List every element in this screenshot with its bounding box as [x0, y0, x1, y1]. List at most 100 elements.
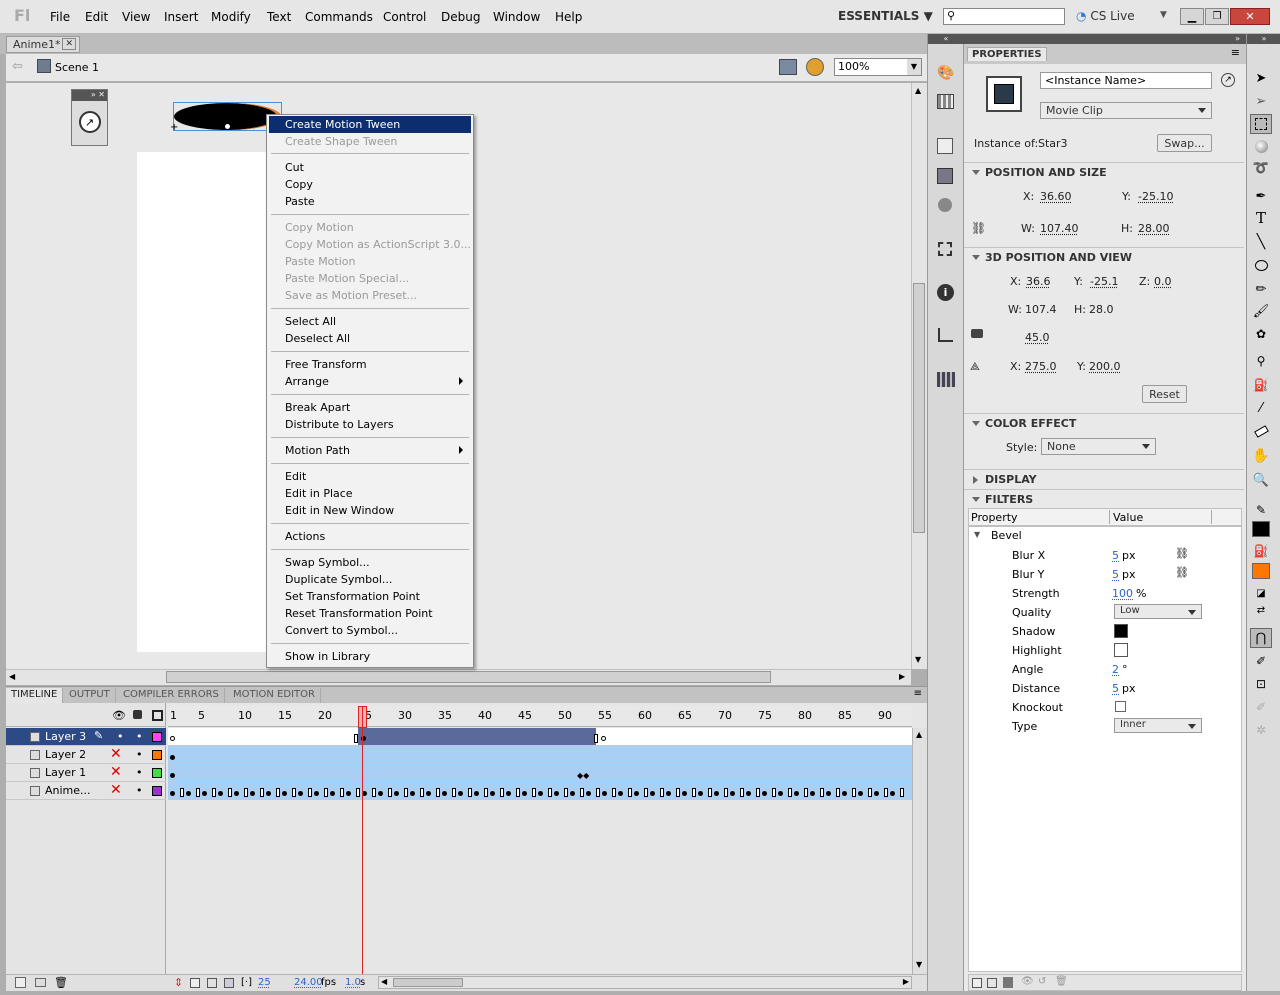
delete-icon[interactable]: 🗑 — [54, 976, 68, 989]
keyframe[interactable] — [330, 791, 335, 796]
menu-item-deselect-all[interactable]: Deselect All — [269, 330, 471, 347]
menu-item-distribute-to-layers[interactable]: Distribute to Layers — [269, 416, 471, 433]
keyframe[interactable] — [618, 791, 623, 796]
menu-help[interactable]: Help — [555, 10, 582, 24]
section-display[interactable]: DISPLAY — [964, 469, 1244, 488]
w-value[interactable]: 107.40 — [1040, 222, 1079, 235]
tool-option-1-icon[interactable]: ✐ — [1250, 651, 1272, 671]
scroll-thumb[interactable] — [913, 283, 925, 533]
filter-row-blur-x[interactable]: Blur X 5 px ⛓ — [968, 546, 1242, 565]
menu-item-edit-in-new-window[interactable]: Edit in New Window — [269, 502, 471, 519]
layer-row-layer-3[interactable]: Layer 3 ✎ • • — [6, 728, 166, 746]
property-keyframe[interactable]: ◆◆ — [577, 771, 589, 780]
edit-instance-icon[interactable]: ↗ — [1221, 73, 1235, 87]
components-panel-icon[interactable] — [937, 168, 953, 184]
current-frame-value[interactable]: 25 — [258, 977, 271, 988]
keyframe[interactable] — [634, 791, 639, 796]
link-icon[interactable]: ⛓ — [1175, 566, 1189, 579]
keyframe[interactable] — [858, 791, 863, 796]
menu-window[interactable]: Window — [493, 10, 540, 24]
onion-outlines-icon[interactable] — [207, 978, 217, 988]
keyframe[interactable] — [314, 791, 319, 796]
menu-view[interactable]: View — [122, 10, 150, 24]
keyframe[interactable] — [586, 791, 591, 796]
3d-x-value[interactable]: 36.6 — [1026, 275, 1051, 288]
library-books-icon[interactable] — [937, 372, 955, 387]
scroll-up-icon[interactable]: ▲ — [916, 730, 922, 739]
knockout-checkbox[interactable] — [1115, 701, 1126, 712]
library-panel-icon[interactable] — [937, 138, 953, 154]
keyframe[interactable] — [506, 791, 511, 796]
keyframe[interactable] — [458, 791, 463, 796]
workspace-switcher[interactable]: ESSENTIALS ▼ — [838, 9, 933, 23]
fill-color-swatch[interactable] — [1250, 561, 1272, 581]
lock-ratio-icon[interactable]: ⛓ — [971, 221, 986, 235]
keyframe[interactable] — [602, 791, 607, 796]
keyframe[interactable] — [826, 791, 831, 796]
menu-debug[interactable]: Debug — [441, 10, 480, 24]
scroll-left-icon[interactable]: ◀ — [381, 977, 387, 986]
filter-value[interactable]: 5 — [1112, 682, 1119, 695]
section-position-and-size[interactable]: POSITION AND SIZE — [964, 162, 1244, 181]
link-icon[interactable]: ⛓ — [1175, 547, 1189, 560]
eye-icon[interactable]: 👁 — [112, 709, 126, 722]
stage[interactable] — [137, 152, 267, 652]
keyframe[interactable] — [538, 791, 543, 796]
transformation-point[interactable] — [224, 123, 231, 130]
lock-icon[interactable] — [133, 710, 142, 719]
layer-color-swatch[interactable] — [152, 786, 162, 796]
text-tool-icon[interactable]: T — [1250, 208, 1272, 228]
layer-color-swatch[interactable] — [152, 750, 162, 760]
keyframe[interactable] — [794, 791, 799, 796]
layer-name[interactable]: Layer 3 — [45, 730, 86, 743]
menu-item-free-transform[interactable]: Free Transform — [269, 356, 471, 373]
scroll-right-icon[interactable]: ▶ — [899, 672, 905, 681]
motion-presets-icon[interactable]: ↗ — [78, 111, 101, 133]
layer-row-anime[interactable]: Anime... ✕ • — [6, 782, 166, 800]
symbol-type-dropdown[interactable]: Movie Clip — [1040, 102, 1212, 119]
hidden-x-icon[interactable]: ✕ — [110, 782, 122, 798]
search-input[interactable]: ⚲ — [943, 8, 1065, 25]
menu-item-edit[interactable]: Edit — [269, 468, 471, 485]
vanishing-y-value[interactable]: 200.0 — [1089, 360, 1121, 373]
chevron-down-icon[interactable]: ▼ — [974, 530, 980, 539]
filter-quality-dropdown[interactable]: Low — [1114, 604, 1202, 619]
restore-button[interactable]: ❐ — [1205, 8, 1229, 25]
3d-z-value[interactable]: 0.0 — [1154, 275, 1172, 288]
selection-tool-icon[interactable]: ➤ — [1250, 68, 1272, 88]
menu-item-actions[interactable]: Actions — [269, 528, 471, 545]
close-window-button[interactable]: ✕ — [1230, 8, 1270, 25]
transform-panel-icon[interactable] — [938, 242, 952, 256]
tab-compiler-errors[interactable]: COMPILER ERRORS — [118, 688, 225, 703]
lock-dot[interactable]: • — [136, 748, 143, 761]
stroke-color-icon[interactable]: ✎ — [1250, 500, 1272, 520]
back-arrow-icon[interactable]: ⇦ — [12, 59, 23, 74]
keyframe[interactable] — [778, 791, 783, 796]
free-transform-tool-icon[interactable] — [1250, 114, 1272, 134]
oval-tool-icon[interactable] — [1250, 255, 1272, 275]
layer-row-layer-2[interactable]: Layer 2 ✕ • — [6, 746, 166, 764]
minimize-button[interactable]: ▁ — [1180, 8, 1204, 25]
keyframe[interactable] — [218, 791, 223, 796]
keyframe[interactable] — [234, 791, 239, 796]
add-filter-icon[interactable] — [972, 978, 982, 988]
layer-name[interactable]: Anime... — [45, 784, 91, 797]
pen-tool-icon[interactable]: ✒ — [1250, 186, 1272, 206]
menu-item-motion-path[interactable]: Motion Path — [269, 442, 471, 459]
menu-item-set-transformation-point[interactable]: Set Transformation Point — [269, 588, 471, 605]
lasso-tool-icon[interactable]: ➰ — [1250, 158, 1272, 178]
keyframe[interactable] — [410, 791, 415, 796]
new-layer-icon[interactable] — [15, 977, 26, 988]
keyframe[interactable] — [170, 791, 175, 796]
section-filters[interactable]: FILTERS — [964, 489, 1244, 508]
scroll-down-icon[interactable]: ▼ — [916, 960, 922, 969]
menu-item-copy[interactable]: Copy — [269, 176, 471, 193]
bone-tool-icon[interactable]: ⚲ — [1250, 351, 1272, 371]
fill-color-icon[interactable]: ⛽ — [1250, 541, 1272, 561]
keyframe[interactable] — [746, 791, 751, 796]
menu-control[interactable]: Control — [383, 10, 426, 24]
keyframe[interactable] — [298, 791, 303, 796]
swap-button[interactable]: Swap... — [1157, 134, 1212, 152]
new-folder-icon[interactable] — [35, 978, 46, 987]
keyframe[interactable] — [490, 791, 495, 796]
